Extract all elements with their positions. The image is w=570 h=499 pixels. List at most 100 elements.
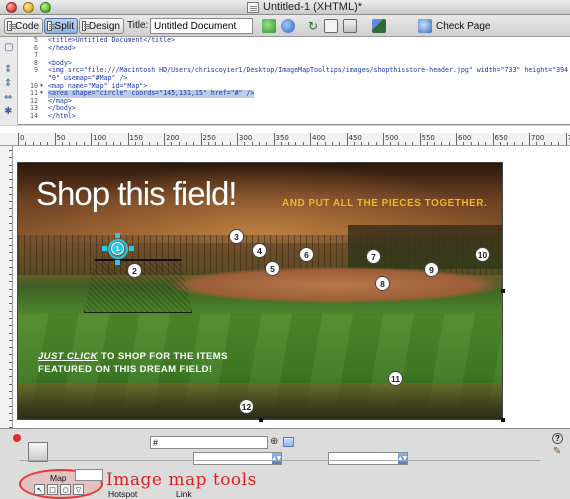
hotspot-number-7[interactable]: 7 xyxy=(366,249,381,264)
chevron-down-icon: ▲▼ xyxy=(272,453,282,464)
ruler-minor-tick xyxy=(9,201,12,203)
hotspot-handle[interactable] xyxy=(115,233,120,238)
code-view[interactable]: ▢ ⇕ ⇕ ⇔ ✱ 5 <title>Untitled Document</tit… xyxy=(0,36,570,125)
fold-arrow-icon[interactable]: ▼ xyxy=(40,83,43,91)
ruler-minor-tick xyxy=(9,376,12,378)
hotspot-number-12[interactable]: 12 xyxy=(239,399,254,414)
ruler-tick xyxy=(419,133,421,145)
ruler-tick-label: 100 xyxy=(93,134,107,142)
quick-tag-editor-icon[interactable]: ✎ xyxy=(553,446,561,457)
ruler-minor-tick xyxy=(171,142,173,145)
ruler-minor-tick xyxy=(485,142,487,145)
ruler-tick xyxy=(529,133,530,145)
browse-folder-icon[interactable] xyxy=(283,437,294,447)
hotspot-number-8[interactable]: 8 xyxy=(375,276,390,291)
rectangle-hotspot-tool[interactable]: □ xyxy=(47,484,58,495)
design-view-button[interactable]: Design xyxy=(79,18,124,34)
ruler-minor-tick xyxy=(9,259,12,261)
file-management-icon[interactable] xyxy=(262,19,276,33)
check-page-label[interactable]: Check Page xyxy=(436,21,490,32)
hotspot-number-5[interactable]: 5 xyxy=(265,261,280,276)
image-resize-handle[interactable] xyxy=(501,418,505,422)
hotspot-handle[interactable] xyxy=(115,260,120,265)
ruler-minor-tick xyxy=(9,412,12,414)
circle-hotspot-tool[interactable]: ○ xyxy=(60,484,71,495)
validate-markup-icon[interactable] xyxy=(372,19,386,33)
hotspot-number-11[interactable]: 11 xyxy=(388,371,403,386)
alt-select[interactable]: ▲▼ xyxy=(328,452,408,465)
code-view-button[interactable]: Code xyxy=(4,18,43,34)
image-resize-handle[interactable] xyxy=(501,289,505,293)
ruler-minor-tick xyxy=(9,244,12,246)
ruler-minor-tick xyxy=(9,237,12,239)
image-resize-handle[interactable] xyxy=(259,418,263,422)
title-label: Title: xyxy=(127,20,149,31)
code-line: 13 </body> xyxy=(30,104,76,113)
ruler-minor-tick xyxy=(9,317,12,319)
ruler-minor-tick xyxy=(390,142,392,145)
hotspot-handle[interactable] xyxy=(102,246,107,251)
cta-emphasis: JUST CLICK xyxy=(38,351,98,362)
hotspot-number-2[interactable]: 2 xyxy=(127,263,142,278)
ruler-minor-tick xyxy=(251,142,253,145)
minimize-window-button[interactable] xyxy=(23,2,34,13)
ruler-minor-tick xyxy=(9,150,12,151)
refresh-icon[interactable]: ↻ xyxy=(306,19,320,33)
ruler-minor-tick xyxy=(280,142,282,145)
ruler-minor-tick xyxy=(353,142,355,145)
link-label: Link xyxy=(176,489,192,499)
help-icon[interactable]: ? xyxy=(552,433,563,444)
ruler-minor-tick xyxy=(9,223,12,224)
ruler-minor-tick xyxy=(9,230,12,232)
header-image[interactable]: Shop this field! AND PUT ALL THE PIECES … xyxy=(17,162,503,420)
point-to-file-icon[interactable]: ⊕ xyxy=(270,436,278,447)
close-window-button[interactable] xyxy=(6,2,17,13)
target-select[interactable]: ▲▼ xyxy=(193,452,282,465)
ruler-minor-tick xyxy=(9,288,12,290)
hotspot-number-10[interactable]: 10 xyxy=(475,247,490,262)
hotspot-number-9[interactable]: 9 xyxy=(424,262,439,277)
view-options-icon[interactable] xyxy=(324,19,338,33)
horizontal-ruler: 0 50 100 150 200 250 300 350 400 450 500 550 600 650 7… xyxy=(0,133,570,146)
ruler-minor-tick xyxy=(9,157,12,159)
split-view-button[interactable]: Split xyxy=(44,18,78,34)
preview-in-browser-icon[interactable] xyxy=(281,19,295,33)
ruler-minor-tick xyxy=(193,142,195,145)
ruler-minor-tick xyxy=(426,142,428,145)
zoom-window-button[interactable] xyxy=(40,2,51,13)
ruler-minor-tick xyxy=(69,142,71,145)
ruler-tick xyxy=(492,133,494,145)
design-view[interactable]: 0 50 100 150 200 250 300 350 400 450 500 550 600 650 7… xyxy=(0,126,570,428)
hotspot-number-6[interactable]: 6 xyxy=(299,247,314,262)
document-title-input[interactable] xyxy=(150,18,253,34)
open-documents-icon[interactable]: ▢ xyxy=(4,43,14,53)
polygon-hotspot-tool[interactable]: ▽ xyxy=(73,484,84,495)
hotspot-handle[interactable] xyxy=(129,246,134,251)
fold-arrow-icon[interactable]: ▼ xyxy=(40,90,43,98)
ruler-minor-tick xyxy=(536,142,538,145)
collapse-tag-icon[interactable]: ⇕ xyxy=(4,65,14,75)
ruler-minor-tick xyxy=(331,142,333,145)
hotspot-number-1[interactable]: 1 xyxy=(111,242,124,255)
map-name-field[interactable] xyxy=(75,469,103,481)
collapse-selection-icon[interactable]: ⇕ xyxy=(4,79,14,89)
hotspot-number-4[interactable]: 4 xyxy=(252,243,267,258)
select-parent-tag-icon[interactable]: ✱ xyxy=(4,107,14,117)
ruler-minor-tick xyxy=(32,142,34,145)
ruler-minor-tick xyxy=(47,142,49,145)
visual-aids-icon[interactable] xyxy=(343,19,357,33)
ruler-minor-tick xyxy=(9,354,12,356)
split-view-label: Split xyxy=(54,20,74,32)
ruler-minor-tick xyxy=(412,142,414,145)
check-page-icon[interactable] xyxy=(418,19,432,33)
vertical-ruler xyxy=(0,146,13,428)
expand-all-icon[interactable]: ⇔ xyxy=(4,93,14,103)
hotspot-properties-icon xyxy=(28,442,48,462)
ruler-minor-tick xyxy=(448,142,450,145)
inspector-divider xyxy=(20,460,540,461)
pointer-hotspot-tool[interactable]: ↖ xyxy=(34,484,45,495)
ruler-tick xyxy=(91,133,92,145)
ruler-minor-tick xyxy=(105,142,107,145)
link-field[interactable] xyxy=(150,436,268,449)
hotspot-number-3[interactable]: 3 xyxy=(229,229,244,244)
